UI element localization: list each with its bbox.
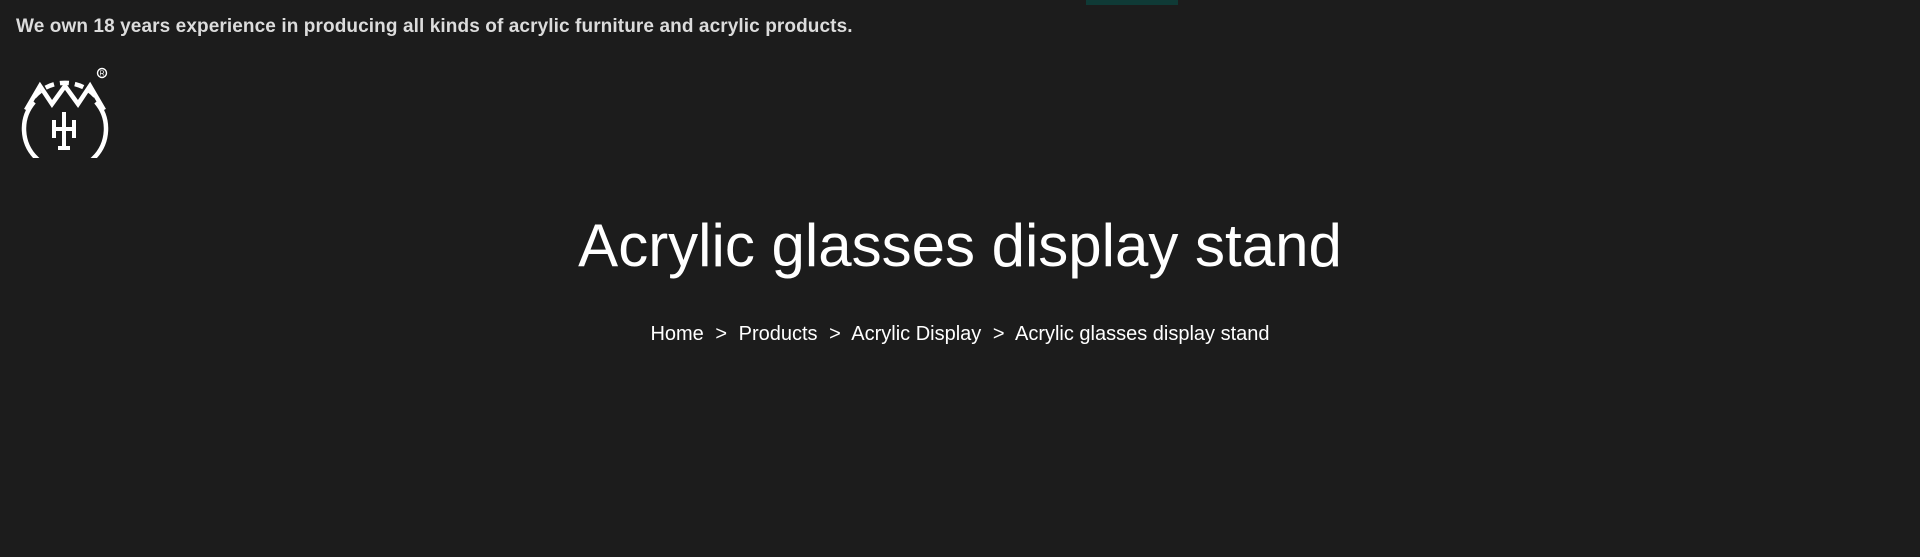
- page: We own 18 years experience in producing …: [0, 0, 1920, 557]
- breadcrumb-home[interactable]: Home: [650, 323, 703, 345]
- breadcrumb-separator: >: [992, 323, 1005, 345]
- breadcrumb-acrylic-display[interactable]: Acrylic Display: [851, 323, 981, 345]
- company-logo-icon: R: [21, 67, 109, 158]
- top-accent-bar: [1086, 0, 1178, 5]
- breadcrumb-current: Acrylic glasses display stand: [1014, 323, 1270, 345]
- breadcrumb-separator: >: [829, 323, 841, 345]
- breadcrumb-separator: >: [715, 323, 728, 345]
- logo[interactable]: R: [14, 64, 110, 158]
- breadcrumb: Home > Products > Acrylic Display > Acry…: [0, 322, 1920, 346]
- page-title: Acrylic glasses display stand: [578, 212, 1342, 279]
- svg-text:R: R: [99, 71, 104, 78]
- header-tagline: We own 18 years experience in producing …: [16, 16, 853, 37]
- breadcrumb-products[interactable]: Products: [739, 323, 818, 345]
